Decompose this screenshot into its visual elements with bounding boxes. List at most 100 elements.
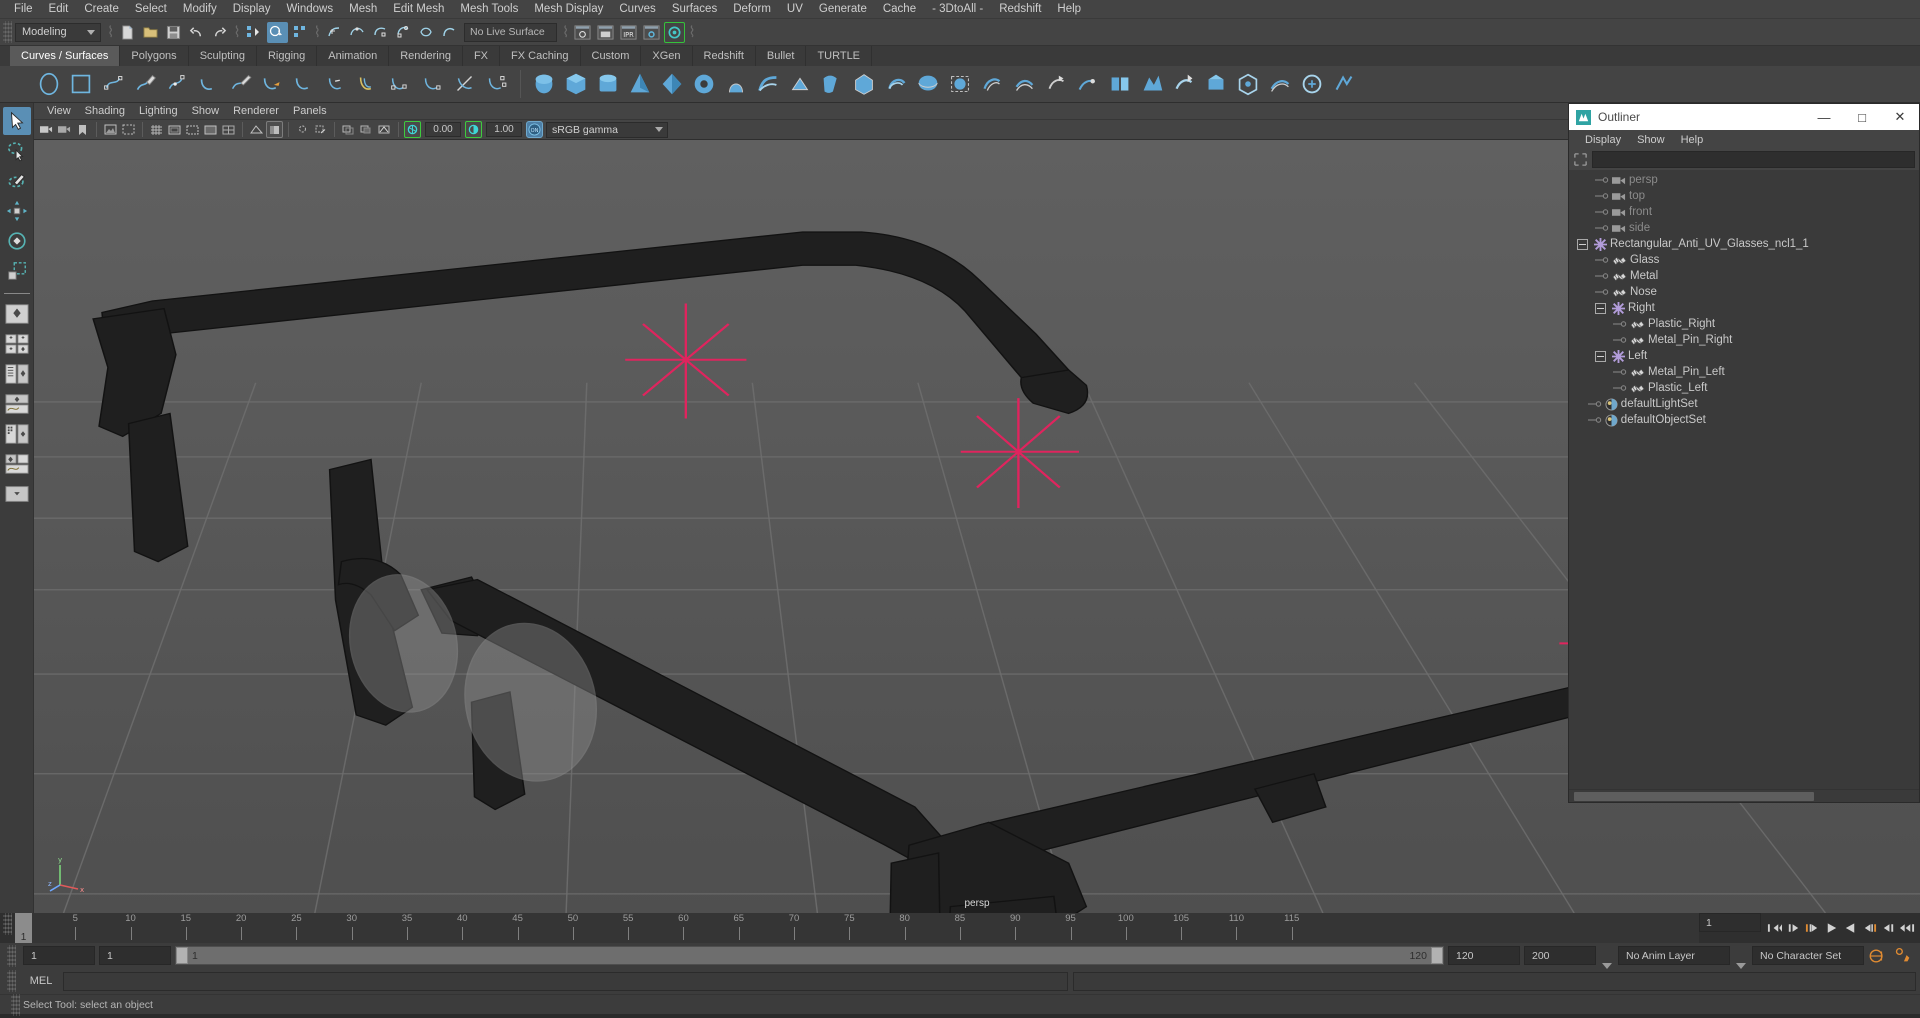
bookmarks-icon[interactable] xyxy=(74,121,91,138)
auto-keyframe-icon[interactable] xyxy=(1868,947,1890,965)
outliner-item-rectangular-anti-uv-glasses-ncl1-1[interactable]: Rectangular_Anti_UV_Glasses_ncl1_1 xyxy=(1569,236,1919,252)
shelf-tab-turtle[interactable]: TURTLE xyxy=(806,46,873,66)
undo-icon[interactable] xyxy=(186,22,207,43)
outliner-item-metal-pin-right[interactable]: Metal_Pin_Right xyxy=(1569,332,1919,348)
hypershade-persp-layout-icon[interactable] xyxy=(3,420,31,448)
stitch-surfaces-icon[interactable] xyxy=(1137,69,1167,99)
shelf-tab-polygons[interactable]: Polygons xyxy=(120,46,189,66)
panel-menu-renderer[interactable]: Renderer xyxy=(226,104,286,118)
menu-windows[interactable]: Windows xyxy=(278,1,341,17)
outliner-menu-display[interactable]: Display xyxy=(1577,133,1629,147)
nurbs-cone-icon[interactable] xyxy=(593,69,623,99)
trim-tool-icon[interactable] xyxy=(977,69,1007,99)
cut-curve-icon[interactable] xyxy=(418,69,448,99)
multisample-icon[interactable] xyxy=(376,121,393,138)
shadows-icon[interactable] xyxy=(312,121,329,138)
boundary-icon[interactable] xyxy=(849,69,879,99)
outliner-item-metal-pin-left[interactable]: Metal_Pin_Left xyxy=(1569,364,1919,380)
lasso-select-tool-icon[interactable] xyxy=(3,137,31,165)
project-curve-icon[interactable] xyxy=(1041,69,1071,99)
save-scene-icon[interactable] xyxy=(163,22,184,43)
range-end-handle[interactable] xyxy=(1431,947,1443,964)
wireframe-icon[interactable] xyxy=(248,121,265,138)
step-back-key-icon[interactable] xyxy=(1803,918,1821,938)
single-perspective-layout-icon[interactable] xyxy=(3,300,31,328)
render-sequence-icon[interactable] xyxy=(595,22,616,43)
menu-generate[interactable]: Generate xyxy=(811,1,875,17)
move-tool-icon[interactable] xyxy=(3,197,31,225)
outliner-menu-help[interactable]: Help xyxy=(1673,133,1712,147)
hypershade-icon[interactable] xyxy=(664,21,686,43)
range-start-field[interactable]: 1 xyxy=(23,946,95,965)
range-slider-grip[interactable] xyxy=(7,944,16,967)
bevel-plus-icon[interactable] xyxy=(945,69,975,99)
field-chart-icon[interactable] xyxy=(220,121,237,138)
snap-to-projected-center-icon[interactable] xyxy=(393,22,414,43)
insert-isoparm-icon[interactable] xyxy=(1233,69,1263,99)
tree-expander-icon[interactable] xyxy=(1577,238,1588,250)
close-icon[interactable]: ✕ xyxy=(1881,104,1919,130)
menu-create[interactable]: Create xyxy=(76,1,127,17)
persp-graph-outliner-layout-icon[interactable] xyxy=(3,450,31,478)
shelf-tab-bullet[interactable]: Bullet xyxy=(755,46,807,66)
outliner-item-nose[interactable]: Nose xyxy=(1569,284,1919,300)
menu-mesh-display[interactable]: Mesh Display xyxy=(526,1,611,17)
outliner-item-defaultobjectset[interactable]: defaultObjectSet xyxy=(1569,412,1919,428)
outliner-item-top[interactable]: top xyxy=(1569,188,1919,204)
go-to-start-icon[interactable] xyxy=(1765,918,1783,938)
outliner-item-glass[interactable]: Glass xyxy=(1569,252,1919,268)
planar-icon[interactable] xyxy=(753,69,783,99)
shelf-tab-rendering[interactable]: Rendering xyxy=(389,46,463,66)
playback-start-field[interactable]: 1 xyxy=(99,946,171,965)
surface-fillet-icon[interactable] xyxy=(1105,69,1135,99)
shelf-tab-curves-surfaces[interactable]: Curves / Surfaces xyxy=(10,46,121,66)
menu-help[interactable]: Help xyxy=(1049,1,1089,17)
gate-mask-icon[interactable] xyxy=(202,121,219,138)
step-back-frame-icon[interactable] xyxy=(1784,918,1802,938)
exposure-value[interactable]: 0.00 xyxy=(425,122,461,137)
film-gate-icon[interactable] xyxy=(166,121,183,138)
grid-toggle-icon[interactable] xyxy=(148,121,165,138)
exposure-icon[interactable] xyxy=(404,121,421,138)
playback-end-field[interactable]: 120 xyxy=(1448,946,1520,965)
nurbs-cylinder-icon[interactable] xyxy=(561,69,591,99)
outliner-persp-layout-icon[interactable] xyxy=(3,360,31,388)
offset-curve-icon[interactable] xyxy=(354,69,384,99)
panel-menu-panels[interactable]: Panels xyxy=(286,104,334,118)
animation-preferences-icon[interactable] xyxy=(1894,947,1916,965)
render-view-icon[interactable] xyxy=(572,22,593,43)
select-by-hierarchy-icon[interactable] xyxy=(244,22,265,43)
live-surface-field[interactable]: No Live Surface xyxy=(463,22,557,42)
shelf-tab-redshift[interactable]: Redshift xyxy=(692,46,756,66)
outliner-item-metal[interactable]: Metal xyxy=(1569,268,1919,284)
use-default-lighting-icon[interactable] xyxy=(294,121,311,138)
menu-select[interactable]: Select xyxy=(127,1,175,17)
select-by-component-icon[interactable] xyxy=(290,22,311,43)
intersect-surfaces-icon[interactable] xyxy=(1073,69,1103,99)
outliner-menu-show[interactable]: Show xyxy=(1629,133,1673,147)
revolve-icon[interactable] xyxy=(689,69,719,99)
select-tool-icon[interactable] xyxy=(2,107,31,135)
range-bar[interactable]: 1 120 xyxy=(175,946,1444,965)
menu-curves[interactable]: Curves xyxy=(611,1,663,17)
pencil-curve-icon[interactable] xyxy=(130,69,160,99)
outliner-horizontal-scrollbar[interactable] xyxy=(1569,789,1919,802)
gamma-value[interactable]: 1.00 xyxy=(486,122,522,137)
align-surfaces-icon[interactable] xyxy=(1329,69,1359,99)
character-set-selector[interactable]: No Character Set xyxy=(1752,946,1864,965)
new-scene-icon[interactable] xyxy=(117,22,138,43)
persp-graph-layout-icon[interactable] xyxy=(3,390,31,418)
more-layouts-icon[interactable] xyxy=(3,480,31,508)
outliner-item-defaultlightset[interactable]: defaultLightSet xyxy=(1569,396,1919,412)
menu-surfaces[interactable]: Surfaces xyxy=(664,1,725,17)
tree-expander-icon[interactable] xyxy=(1595,350,1606,362)
camera-attributes-icon[interactable] xyxy=(56,121,73,138)
image-plane-icon[interactable] xyxy=(102,121,119,138)
menu-file[interactable]: File xyxy=(6,1,41,17)
intersect-curves-icon[interactable] xyxy=(450,69,480,99)
range-start-handle[interactable] xyxy=(176,947,188,964)
sculpt-geometry-icon[interactable] xyxy=(1169,69,1199,99)
make-live-icon[interactable] xyxy=(439,22,460,43)
outliner-search-input[interactable] xyxy=(1592,151,1915,168)
square-surface-icon[interactable] xyxy=(881,69,911,99)
